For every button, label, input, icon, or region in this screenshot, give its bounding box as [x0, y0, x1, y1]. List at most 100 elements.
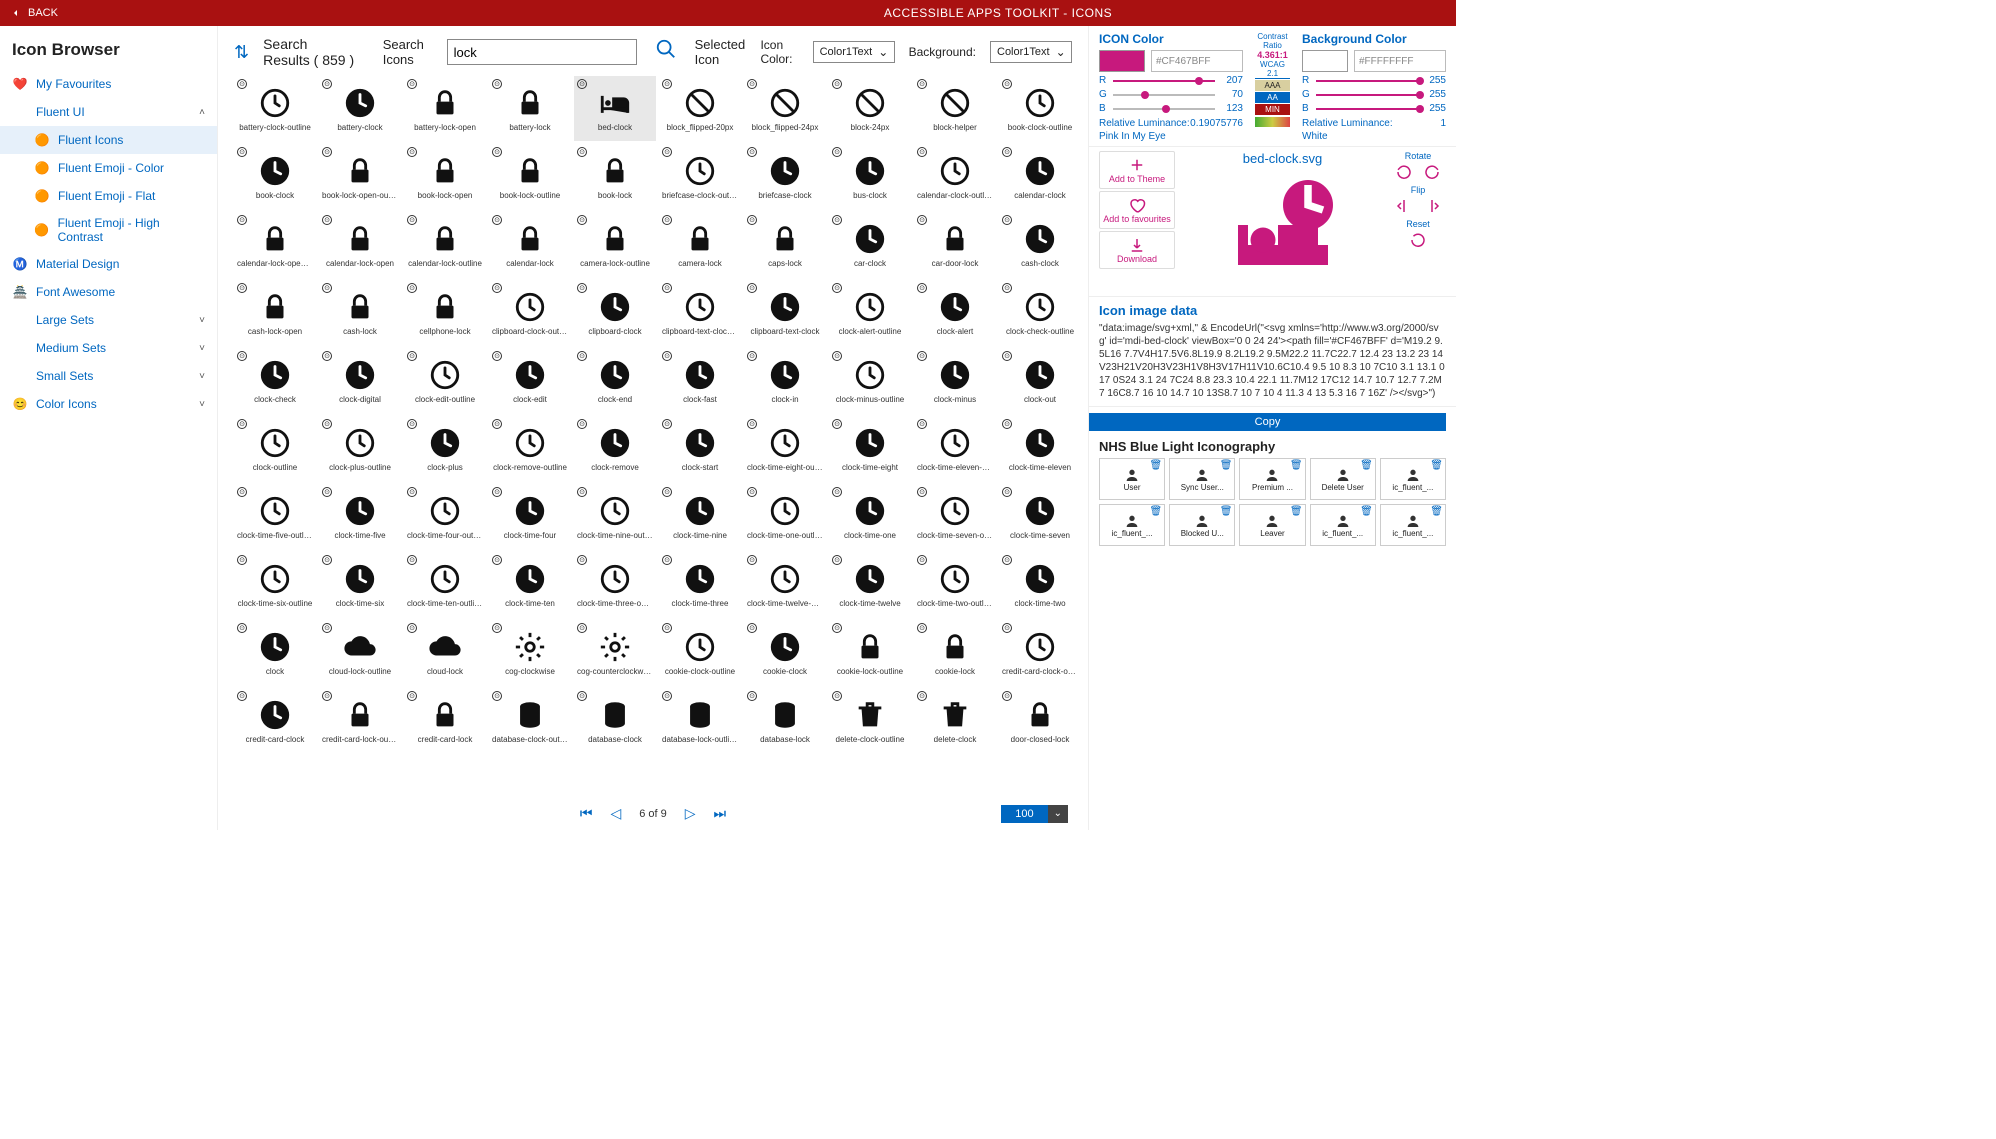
- pager-next[interactable]: ▷: [685, 805, 696, 822]
- nav-item-my-favourites[interactable]: ❤️My Favourites: [0, 70, 217, 98]
- icon-tile[interactable]: ⊙calendar-lock-outline: [404, 212, 486, 277]
- icon-tile[interactable]: ⊙clock-time-five-outline: [234, 484, 316, 549]
- icon-tile[interactable]: ⊙credit-card-lock: [404, 688, 486, 753]
- icon-tile[interactable]: ⊙clock-remove: [574, 416, 656, 481]
- icon-tile[interactable]: ⊙clock-check: [234, 348, 316, 413]
- theme-tile[interactable]: 🗑ic_fluent_...: [1380, 458, 1446, 500]
- delete-icon[interactable]: 🗑: [1149, 506, 1162, 517]
- icon-tile[interactable]: ⊙clock-time-seven: [999, 484, 1081, 549]
- add-to-theme-button[interactable]: Add to Theme: [1099, 151, 1175, 189]
- icon-tile[interactable]: ⊙clock-end: [574, 348, 656, 413]
- icon-tile[interactable]: ⊙book-lock-open-outline: [319, 144, 401, 209]
- theme-tile[interactable]: 🗑Blocked U...: [1169, 504, 1235, 546]
- icon-tile[interactable]: ⊙clock-time-two: [999, 552, 1081, 617]
- icon-tile[interactable]: ⊙database-lock: [744, 688, 826, 753]
- icon-tile[interactable]: ⊙clock-time-six: [319, 552, 401, 617]
- nav-item-fluent-emoji-color[interactable]: 🟠Fluent Emoji - Color: [0, 154, 217, 182]
- icon-tile[interactable]: ⊙calendar-clock: [999, 144, 1081, 209]
- theme-tile[interactable]: 🗑ic_fluent_...: [1099, 504, 1165, 546]
- delete-icon[interactable]: 🗑: [1290, 506, 1303, 517]
- nav-item-fluent-ui[interactable]: Fluent UI˄: [0, 98, 217, 126]
- icon-tile[interactable]: ⊙clock-alert-outline: [829, 280, 911, 345]
- icon-tile[interactable]: ⊙clipboard-clock-outline: [489, 280, 571, 345]
- icon-tile[interactable]: ⊙block-helper: [914, 76, 996, 141]
- delete-icon[interactable]: 🗑: [1360, 506, 1373, 517]
- icon-tile[interactable]: ⊙cookie-lock: [914, 620, 996, 685]
- icon-tile[interactable]: ⊙clock-time-one-outline: [744, 484, 826, 549]
- icon-tile[interactable]: ⊙camera-lock: [659, 212, 741, 277]
- icon-tile[interactable]: ⊙clock-plus: [404, 416, 486, 481]
- icon-tile[interactable]: ⊙clock-time-four-outline: [404, 484, 486, 549]
- icon-tile[interactable]: ⊙delete-clock: [914, 688, 996, 753]
- nav-item-small-sets[interactable]: Small Sets˅: [0, 362, 217, 390]
- icon-tile[interactable]: ⊙calendar-clock-outline: [914, 144, 996, 209]
- icon-tile[interactable]: ⊙clock-plus-outline: [319, 416, 401, 481]
- icon-color-dropdown[interactable]: Color1Text⌄: [813, 41, 895, 63]
- icon-tile[interactable]: ⊙door-closed-lock: [999, 688, 1081, 753]
- pager-count-dropdown[interactable]: 100⌄: [1001, 805, 1068, 823]
- delete-icon[interactable]: 🗑: [1220, 460, 1233, 471]
- icon-tile[interactable]: ⊙clock-edit: [489, 348, 571, 413]
- icon-tile[interactable]: ⊙clock-time-two-outline: [914, 552, 996, 617]
- icon-tile[interactable]: ⊙clock-time-twelve-outline: [744, 552, 826, 617]
- icon-tile[interactable]: ⊙clipboard-text-clock: [744, 280, 826, 345]
- icon-tile[interactable]: ⊙cash-clock: [999, 212, 1081, 277]
- icon-tile[interactable]: ⊙credit-card-clock: [234, 688, 316, 753]
- icon-tile[interactable]: ⊙briefcase-clock-outline: [659, 144, 741, 209]
- download-button[interactable]: Download: [1099, 231, 1175, 269]
- icon-tile[interactable]: ⊙cookie-clock-outline: [659, 620, 741, 685]
- bg-color-swatch[interactable]: [1302, 50, 1348, 72]
- reset-icon[interactable]: [1409, 231, 1427, 249]
- icon-tile[interactable]: ⊙clock-time-eleven-outline: [914, 416, 996, 481]
- icon-tile[interactable]: ⊙clock-minus: [914, 348, 996, 413]
- delete-icon[interactable]: 🗑: [1430, 460, 1443, 471]
- icon-tile[interactable]: ⊙cash-lock: [319, 280, 401, 345]
- icon-tile[interactable]: ⊙clock-remove-outline: [489, 416, 571, 481]
- icon-tile[interactable]: ⊙car-door-lock: [914, 212, 996, 277]
- icon-color-hex[interactable]: [1151, 50, 1243, 72]
- icon-color-swatch[interactable]: [1099, 50, 1145, 72]
- icon-tile[interactable]: ⊙clock-time-one: [829, 484, 911, 549]
- delete-icon[interactable]: 🗑: [1220, 506, 1233, 517]
- icon-tile[interactable]: ⊙clock-time-six-outline: [234, 552, 316, 617]
- icon-tile[interactable]: ⊙clock-fast: [659, 348, 741, 413]
- rotate-cw-icon[interactable]: [1423, 163, 1441, 181]
- icon-tile[interactable]: ⊙bus-clock: [829, 144, 911, 209]
- nav-item-medium-sets[interactable]: Medium Sets˅: [0, 334, 217, 362]
- icon-tile[interactable]: ⊙battery-lock-open: [404, 76, 486, 141]
- icon-tile[interactable]: ⊙clock-digital: [319, 348, 401, 413]
- icon-tile[interactable]: ⊙credit-card-clock-outline: [999, 620, 1081, 685]
- icon-tile[interactable]: ⊙clock-time-nine: [659, 484, 741, 549]
- add-to-favourites-button[interactable]: Add to favourites: [1099, 191, 1175, 229]
- nav-item-color-icons[interactable]: 😊Color Icons˅: [0, 390, 217, 418]
- icon-tile[interactable]: ⊙clock-time-three: [659, 552, 741, 617]
- theme-tile[interactable]: 🗑User: [1099, 458, 1165, 500]
- icon-tile[interactable]: ⊙clock-time-eleven: [999, 416, 1081, 481]
- icon-tile[interactable]: ⊙book-clock-outline: [999, 76, 1081, 141]
- search-icon[interactable]: [655, 38, 677, 66]
- theme-tile[interactable]: 🗑Premium ...: [1239, 458, 1305, 500]
- icon-tile[interactable]: ⊙clock-in: [744, 348, 826, 413]
- back-button[interactable]: BACK: [10, 7, 58, 19]
- icon-tile[interactable]: ⊙book-lock-open: [404, 144, 486, 209]
- icon-tile[interactable]: ⊙bed-clock: [574, 76, 656, 141]
- nav-item-fluent-emoji-flat[interactable]: 🟠Fluent Emoji - Flat: [0, 182, 217, 210]
- icon-tile[interactable]: ⊙book-lock: [574, 144, 656, 209]
- theme-tile[interactable]: 🗑Delete User: [1310, 458, 1376, 500]
- icon-tile[interactable]: ⊙block_flipped-24px: [744, 76, 826, 141]
- nav-item-material-design[interactable]: Ⓜ️Material Design: [0, 250, 217, 278]
- icon-tile[interactable]: ⊙briefcase-clock: [744, 144, 826, 209]
- delete-icon[interactable]: 🗑: [1149, 460, 1162, 471]
- icon-tile[interactable]: ⊙cog-counterclockwise: [574, 620, 656, 685]
- icon-tile[interactable]: ⊙clock-time-four: [489, 484, 571, 549]
- icon-tile[interactable]: ⊙clipboard-clock: [574, 280, 656, 345]
- bg-color-hex[interactable]: [1354, 50, 1446, 72]
- copy-button[interactable]: Copy: [1089, 413, 1446, 431]
- icon-tile[interactable]: ⊙book-lock-outline: [489, 144, 571, 209]
- delete-icon[interactable]: 🗑: [1290, 460, 1303, 471]
- icon-tile[interactable]: ⊙cellphone-lock: [404, 280, 486, 345]
- icon-tile[interactable]: ⊙clock-time-five: [319, 484, 401, 549]
- icon-tile[interactable]: ⊙clock-time-eight-outline: [744, 416, 826, 481]
- nav-item-large-sets[interactable]: Large Sets˅: [0, 306, 217, 334]
- icon-tile[interactable]: ⊙clock-time-eight: [829, 416, 911, 481]
